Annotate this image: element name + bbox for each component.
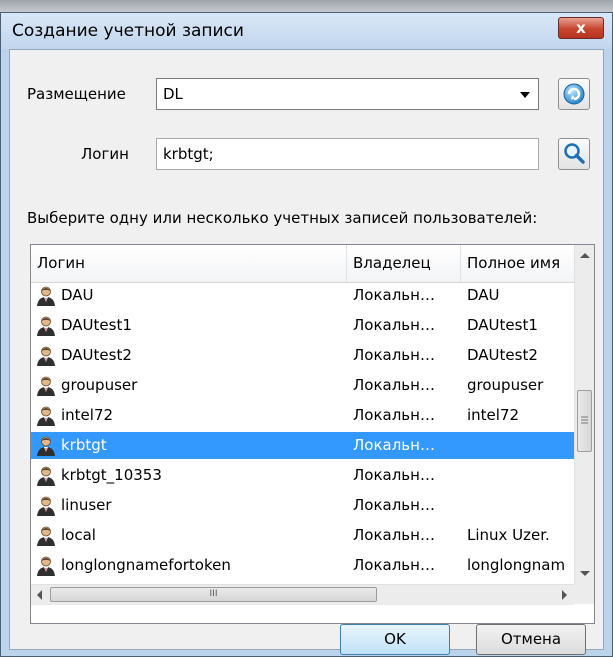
cancel-button[interactable]: Отмена: [476, 624, 586, 655]
horizontal-scrollbar[interactable]: III: [31, 584, 574, 605]
users-list[interactable]: Логин Владелец Полное имя DAU Локальн… DAU…: [30, 244, 595, 624]
user-icon: [35, 405, 57, 427]
column-header-fullname[interactable]: Полное имя: [461, 245, 574, 282]
cell-fullname: DAU: [467, 286, 500, 304]
cell-owner: Локальн…: [353, 496, 435, 514]
close-button[interactable]: x: [558, 17, 604, 39]
table-row[interactable]: intel72 Локальн… intel72: [31, 402, 574, 429]
cell-fullname: Linux Uzer.: [467, 526, 550, 544]
refresh-button[interactable]: [558, 78, 590, 110]
table-row[interactable]: DAUtest2 Локальн… DAUtest2: [31, 342, 574, 369]
table-row[interactable]: linuser Локальн…: [31, 492, 574, 519]
cell-fullname: groupuser: [467, 376, 544, 394]
dialog-title: Создание учетной записи: [12, 21, 244, 41]
table-row[interactable]: longlongnamefortoken Локальн… longlongnam: [31, 552, 574, 579]
scroll-corner: [574, 584, 594, 604]
cell-owner: Локальн…: [353, 286, 435, 304]
table-row[interactable]: local Локальн… Linux Uzer.: [31, 522, 574, 549]
login-input-value: krbtgt;: [163, 145, 214, 163]
user-icon: [35, 345, 57, 367]
user-icon: [35, 315, 57, 337]
column-header-login[interactable]: Логин: [31, 245, 347, 282]
cell-fullname: [467, 432, 572, 459]
title-bar: Создание учетной записи x: [1, 13, 612, 49]
vertical-scroll-thumb[interactable]: [577, 390, 592, 452]
cell-fullname: DAUtest1: [467, 316, 538, 334]
table-row[interactable]: DAU Локальн… DAU: [31, 282, 574, 309]
cell-login: DAUtest1: [61, 316, 132, 334]
user-icon: [35, 375, 57, 397]
user-icon: [35, 495, 57, 517]
cell-fullname: longlongnam: [467, 556, 566, 574]
search-icon: [564, 143, 585, 164]
user-icon: [35, 555, 57, 577]
cell-fullname: intel72: [467, 406, 520, 424]
table-row[interactable]: DAUtest1 Локальн… DAUtest1: [31, 312, 574, 339]
scroll-down-icon[interactable]: [580, 571, 590, 576]
ok-button[interactable]: OK: [340, 624, 450, 655]
cell-login: krbtgt: [61, 436, 107, 454]
cell-owner: Локальн…: [353, 556, 435, 574]
dialog-window: Создание учетной записи x Размещение DL: [0, 12, 613, 657]
table-row[interactable]: krbtgt Локальн…: [31, 432, 574, 459]
placement-label: Размещение: [27, 85, 126, 103]
cell-owner: Локальн…: [353, 316, 435, 334]
cell-owner: Локальн…: [353, 466, 435, 484]
scroll-left-icon[interactable]: [37, 590, 42, 600]
scroll-up-icon[interactable]: [580, 253, 590, 258]
column-header-owner[interactable]: Владелец: [347, 245, 461, 282]
instruction-text: Выберите одну или несколько учетных запи…: [27, 209, 538, 227]
dialog-body: Размещение DL Логин krbtgt; Выберите одн…: [9, 49, 604, 655]
cell-fullname: DAUtest2: [467, 346, 538, 364]
login-input[interactable]: krbtgt;: [156, 138, 539, 170]
cell-owner: Локальн…: [353, 406, 435, 424]
cell-login: groupuser: [61, 376, 138, 394]
cell-owner: Локальн…: [353, 436, 435, 454]
user-icon: [35, 465, 57, 487]
cell-login: DAUtest2: [61, 346, 132, 364]
cell-owner: Локальн…: [353, 346, 435, 364]
placement-value: DL: [163, 85, 183, 103]
cell-login: DAU: [61, 286, 94, 304]
login-label: Логин: [81, 145, 129, 163]
cell-login: local: [61, 526, 96, 544]
user-icon: [35, 285, 57, 307]
cell-login: intel72: [61, 406, 114, 424]
search-button[interactable]: [558, 138, 590, 170]
horizontal-scroll-thumb[interactable]: III: [50, 587, 377, 602]
cell-owner: Локальн…: [353, 376, 435, 394]
chevron-down-icon: [520, 92, 530, 98]
user-icon: [35, 435, 57, 457]
cell-owner: Локальн…: [353, 526, 435, 544]
refresh-icon: [563, 83, 585, 105]
user-icon: [35, 525, 57, 547]
cell-fullname: [467, 492, 572, 519]
cell-login: longlongnamefortoken: [61, 556, 231, 574]
table-row[interactable]: groupuser Локальн… groupuser: [31, 372, 574, 399]
cell-login: krbtgt_10353: [61, 466, 162, 484]
grip-icon: [581, 416, 588, 424]
list-header: Логин Владелец Полное имя: [31, 245, 574, 283]
hscroll-grip: III: [209, 589, 218, 599]
close-icon: x: [576, 19, 586, 37]
scroll-right-icon[interactable]: [562, 590, 567, 600]
desktop-strip: [0, 0, 613, 12]
placement-select[interactable]: DL: [156, 78, 539, 110]
cell-login: linuser: [61, 496, 112, 514]
vertical-scrollbar[interactable]: [574, 245, 594, 584]
cell-fullname: [467, 462, 572, 489]
table-row[interactable]: krbtgt_10353 Локальн…: [31, 462, 574, 489]
